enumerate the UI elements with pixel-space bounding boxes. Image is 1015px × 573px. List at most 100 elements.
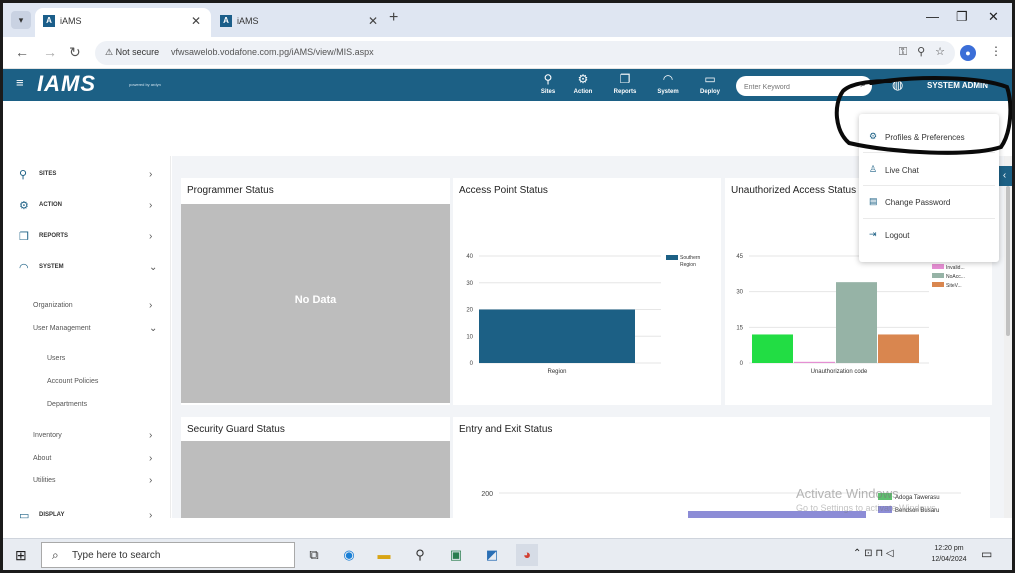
- card-title: Security Guard Status: [187, 424, 285, 435]
- taskbar-clock[interactable]: 12:20 pm 12/04/2024: [927, 543, 971, 565]
- system-tray[interactable]: ⌃ ⊡ ⊓ ◁: [853, 548, 894, 559]
- sidebar-item-account-policies[interactable]: Account Policies: [13, 375, 163, 391]
- forward-icon[interactable]: →: [43, 44, 57, 60]
- legend-label: SiteV...: [946, 283, 962, 289]
- sidebar-label: ACTION: [39, 202, 62, 208]
- gauge-icon: ◠: [662, 72, 674, 86]
- zoom-icon[interactable]: ⚲: [917, 46, 925, 58]
- chevron-right-icon: ›: [149, 430, 153, 441]
- restore-icon[interactable]: ❐: [956, 9, 968, 25]
- tab-title: iAMS: [60, 16, 82, 26]
- sidebar-item-utilities[interactable]: Utilities ›: [13, 474, 163, 490]
- iams-favicon-icon: A: [43, 15, 55, 27]
- sidebar-item-system[interactable]: ◠ SYSTEM ⌄: [3, 259, 171, 279]
- nav-reports[interactable]: ❐ Reports: [605, 72, 645, 95]
- taskbar-search[interactable]: ⌕ Type here to search: [41, 542, 295, 568]
- file-explorer-icon[interactable]: ▬: [373, 544, 395, 566]
- sidebar-item-action[interactable]: ⚙ ACTION ›: [3, 197, 171, 217]
- notes-icon[interactable]: ◩: [481, 544, 503, 566]
- profile-avatar-icon[interactable]: ●: [960, 45, 976, 61]
- sidebar-item-about[interactable]: About ›: [13, 452, 163, 468]
- gauge-icon: ◠: [19, 262, 29, 274]
- chrome-icon[interactable]: ◕: [516, 544, 538, 566]
- tab-close-icon[interactable]: ✕: [191, 14, 201, 28]
- gear-icon: ⚙: [577, 72, 589, 86]
- display-icon: ▭: [704, 72, 716, 86]
- browser-toolbar: ← → ↻ ⚠ Not secure vfwsawelob.vodafone.c…: [3, 37, 1012, 69]
- menu-item-live-chat[interactable]: ♙ Live Chat: [869, 163, 994, 179]
- sidebar-label: SITES: [39, 171, 57, 177]
- sidebar-item-inventory[interactable]: Inventory ›: [13, 429, 163, 445]
- tab-iams[interactable]: A iAMS ✕: [212, 8, 388, 37]
- reports-icon: ❐: [619, 72, 631, 86]
- hamburger-menu-icon[interactable]: ≡: [16, 75, 24, 90]
- legend-label: NoAcc...: [946, 274, 965, 280]
- iams-favicon-icon: A: [220, 15, 232, 27]
- tab-search-button[interactable]: ▾: [11, 11, 31, 29]
- windows-start-icon[interactable]: ⊞: [15, 547, 27, 564]
- sidebar-item-user-management[interactable]: User Management ⌄: [13, 322, 163, 338]
- tower-icon: ⚲: [543, 72, 553, 86]
- panel-collapse-button[interactable]: ‹: [997, 166, 1012, 186]
- not-secure-indicator[interactable]: ⚠ Not secure: [105, 47, 159, 58]
- sidebar-item-display[interactable]: ▭ DISPLAY ›: [3, 507, 171, 527]
- activate-windows-watermark: Activate Windows: [796, 486, 899, 501]
- app-icon[interactable]: ▣: [445, 544, 467, 566]
- annotation-circle: [834, 76, 1012, 155]
- back-icon[interactable]: ←: [15, 44, 29, 60]
- logout-icon: ⇥: [869, 229, 877, 239]
- new-tab-button[interactable]: +: [389, 9, 398, 27]
- y-tick-label: 45: [736, 254, 743, 260]
- bar-0: [752, 334, 793, 363]
- legend-swatch: [932, 282, 944, 287]
- nav-system[interactable]: ◠ System: [648, 72, 688, 95]
- legend-swatch: [666, 255, 678, 260]
- sidebar-label: REPORTS: [39, 233, 69, 239]
- bookmark-star-icon[interactable]: ☆: [935, 46, 945, 58]
- menu-divider: [863, 185, 995, 186]
- menu-item-label: Live Chat: [885, 166, 919, 175]
- y-tick-label: 0: [470, 361, 474, 367]
- password-key-icon[interactable]: ⚿: [899, 46, 907, 58]
- chevron-down-icon: ⌄: [149, 323, 158, 334]
- sidebar-item-organization[interactable]: Organization ›: [13, 299, 163, 315]
- search-input[interactable]: [736, 78, 846, 97]
- minimize-icon[interactable]: —: [926, 9, 939, 24]
- task-view-icon[interactable]: ⧉: [303, 544, 325, 566]
- chevron-right-icon: ›: [149, 300, 153, 311]
- x-axis-label: Region: [547, 369, 566, 375]
- nav-sites[interactable]: ⚲ Sites: [528, 72, 568, 95]
- reports-icon: ❐: [19, 231, 29, 243]
- sidebar-item-users[interactable]: Users: [13, 352, 163, 368]
- tab-close-icon[interactable]: ✕: [368, 14, 378, 28]
- tab-title: iAMS: [237, 16, 259, 26]
- sidebar-item-sites[interactable]: ⚲ SITES ›: [3, 166, 171, 186]
- reload-icon[interactable]: ↻: [69, 44, 81, 61]
- tab-strip: ▾ A iAMS ✕ A iAMS ✕ + — ❐ ✕: [3, 3, 1012, 37]
- scrollbar-thumb[interactable]: [1006, 186, 1010, 336]
- sidebar-item-reports[interactable]: ❐ REPORTS ›: [3, 228, 171, 248]
- browser-menu-icon[interactable]: ⋮: [990, 44, 1002, 58]
- close-window-icon[interactable]: ✕: [988, 9, 999, 25]
- clock-date: 12/04/2024: [931, 556, 967, 563]
- sidebar-sub-label: User Management: [33, 325, 91, 332]
- taskbar-search-placeholder: Type here to search: [72, 550, 161, 561]
- bar-southern-region: [479, 309, 635, 363]
- menu-item-change-password[interactable]: ▤ Change Password: [869, 195, 994, 211]
- iams-logo[interactable]: IAMS: [37, 71, 96, 97]
- search-icon: ⌕: [52, 548, 59, 562]
- tab-iams-active[interactable]: A iAMS ✕: [35, 8, 211, 37]
- menu-item-logout[interactable]: ⇥ Logout: [869, 228, 994, 244]
- windows-taskbar: ⊞ ⌕ Type here to search ⧉ ◉ ▬ ⚲ ▣ ◩ ◕ ⌃ …: [3, 538, 1012, 570]
- address-bar[interactable]: ⚠ Not secure vfwsawelob.vodafone.com.pg/…: [95, 41, 955, 65]
- edge-icon[interactable]: ◉: [338, 544, 360, 566]
- chevron-down-icon: ⌄: [149, 262, 158, 273]
- search-app-icon[interactable]: ⚲: [409, 544, 431, 566]
- notification-icon[interactable]: ▭: [981, 547, 992, 561]
- nav-action[interactable]: ⚙ Action: [563, 72, 603, 95]
- nav-label: Reports: [613, 89, 637, 95]
- nav-deploy[interactable]: ▭ Deploy: [690, 72, 730, 95]
- sidebar-item-departments[interactable]: Departments: [13, 398, 163, 414]
- page-scrollbar[interactable]: [1004, 156, 1012, 518]
- url-text[interactable]: vfwsawelob.vodafone.com.pg/iAMS/view/MIS…: [171, 47, 374, 57]
